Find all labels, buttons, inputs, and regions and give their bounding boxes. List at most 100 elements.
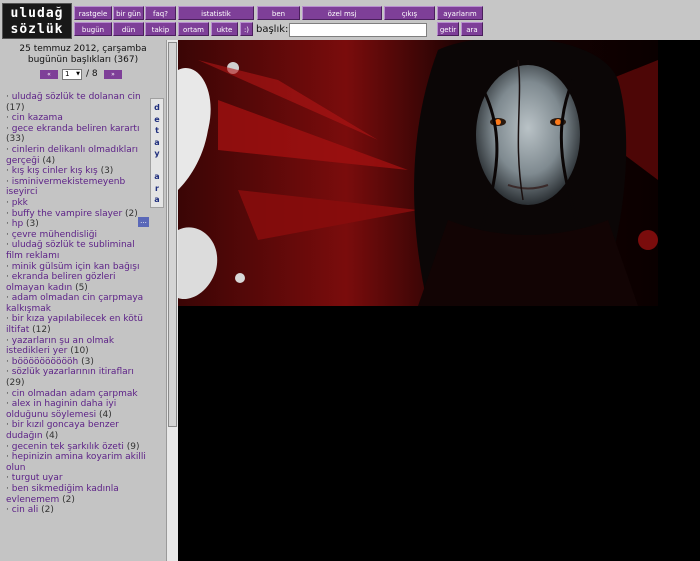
topic-list: · uludağ sözlük te dolanan cin (17) · cin… [6, 92, 148, 516]
current-date: 25 temmuz 2012, çarşamba [19, 44, 147, 54]
topic-item[interactable]: · minik gülsüm için kan bağışı [6, 262, 148, 273]
topic-item[interactable]: · sözlük yazarlarının itirafları (29) [6, 367, 148, 388]
detay-ara-tab[interactable]: detayara [150, 98, 164, 208]
todays-topics-heading[interactable]: bugünün başlıkları (367) [0, 55, 166, 66]
nav-rastgele-button[interactable]: rastgele [74, 6, 112, 20]
topic-title: minik gülsüm için kan bağışı [11, 261, 140, 272]
topic-item[interactable]: · buffy the vampire slayer (2) [6, 209, 148, 220]
detay-ara-letter: r [155, 183, 159, 193]
topic-title: ekranda beliren gözleri olmayan kadın [6, 272, 116, 293]
topic-item[interactable]: · alex in haginin daha iyi olduğunu söyl… [6, 399, 148, 420]
nav-ortam-button[interactable]: ortam [178, 22, 209, 36]
topic-item[interactable]: · cin kazama [6, 113, 148, 124]
page-total: / 8 [86, 69, 98, 79]
topic-title: çevre mühendisliği [11, 229, 97, 240]
search-label: başlık: [256, 24, 289, 35]
nav-takip-button[interactable]: takip [145, 22, 176, 36]
nav-ayarlarim-button[interactable]: ayarlarım [437, 6, 483, 20]
page-select-value: 1 [65, 70, 70, 78]
topic-count: (2) [41, 505, 54, 516]
topic-item[interactable]: · çevre mühendisliği [6, 230, 148, 241]
topic-count: (2) [62, 494, 75, 505]
topic-title: adam olmadan cin çarpmaya kalkışmak [6, 293, 144, 314]
topic-count: (4) [42, 155, 56, 166]
nav-dun-button[interactable]: dün [113, 22, 144, 36]
topic-item[interactable]: · cin olmadan adam çarpmak [6, 389, 148, 400]
nav-istatistik-button[interactable]: istatistik [178, 6, 254, 20]
topic-title: pkk [11, 197, 28, 208]
detay-ara-letter: a [154, 172, 160, 181]
topic-item[interactable]: · pkk [6, 198, 148, 209]
topic-item[interactable]: · gece ekranda beliren karartı (33) [6, 124, 148, 145]
detay-ara-letter: a [154, 137, 160, 147]
scrollbar-thumb[interactable] [168, 42, 177, 427]
topic-title: cinlerin delikanlı olmadıkları gerçeği [6, 144, 139, 166]
topic-count: (3) [81, 356, 94, 367]
next-page-button[interactable]: » [104, 70, 122, 79]
topic-title: isminivermekistemeyenb iseyirci [6, 176, 126, 198]
topic-title: bööööööööööh [11, 356, 79, 367]
topic-item[interactable]: · adam olmadan cin çarpmaya kalkışmak [6, 293, 148, 314]
site-logo[interactable]: uludağ sözlük [2, 3, 72, 39]
topic-item[interactable]: · cin ali (2) [6, 505, 148, 516]
chevron-down-icon: ▼ [76, 71, 80, 77]
topic-item[interactable]: · isminivermekistemeyenb iseyirci [6, 177, 148, 198]
top-navigation-bar: uludağ sözlük rastgele bir gün faq? ista… [0, 0, 700, 40]
baslik-search-input[interactable] [289, 23, 427, 37]
topic-item[interactable]: · ekranda beliren gözleri olmayan kadın … [6, 272, 148, 293]
getir-button[interactable]: getir [437, 22, 459, 36]
topic-title: buffy the vampire slayer [11, 208, 123, 219]
logo-line-2: sözlük [10, 22, 64, 37]
topic-title: hepinizin amina koyarim akilli olun [6, 452, 146, 473]
topic-count: (29) [6, 378, 25, 389]
nav-smiley-button[interactable]: :) [240, 22, 253, 36]
topic-title: cin kazama [11, 113, 63, 124]
detay-ara-letter: d [154, 103, 160, 112]
topic-title: cin olmadan adam çarpmak [11, 388, 138, 399]
topic-title: gecenin tek şarkılık özeti [11, 441, 124, 452]
topic-item[interactable]: · bööööööööööh (3) [6, 357, 148, 368]
topic-item[interactable]: · bir kıza yapılabilecek en kötü iltifat… [6, 314, 148, 335]
detay-ara-letter: y [154, 149, 160, 158]
nav-bugun-button[interactable]: bugün [74, 22, 112, 36]
nav-cikis-button[interactable]: çıkış [384, 6, 435, 20]
topic-item[interactable]: · ben sikmediğim kadınla evlenemem (2) [6, 484, 148, 505]
topic-item[interactable]: · cinlerin delikanlı olmadıkları gerçeği… [6, 145, 148, 166]
nav-bir-gun-button[interactable]: bir gün [113, 6, 144, 20]
more-options-button[interactable]: ... [138, 217, 149, 227]
ara-button[interactable]: ara [461, 22, 483, 36]
logo-line-1: uludağ [10, 6, 64, 21]
topic-item[interactable]: · uludağ sözlük te dolanan cin (17) [6, 92, 148, 113]
detay-ara-letter [151, 160, 163, 172]
topic-count: (9) [126, 441, 140, 452]
nav-ozel-msj-button[interactable]: özel msj [302, 6, 382, 20]
topic-item[interactable]: · kış kış cinler kış kış (3) [6, 166, 148, 177]
detay-ara-letter: e [154, 114, 160, 124]
topic-title: sözlük yazarlarının itirafları [11, 367, 134, 378]
topic-title: kış kış cinler kış kış [11, 166, 98, 177]
main-content [178, 40, 700, 561]
nav-faq-button[interactable]: faq? [145, 6, 176, 20]
topic-count: (4) [45, 431, 59, 441]
topic-item[interactable]: · gecenin tek şarkılık özeti (9) [6, 442, 148, 453]
topic-count: (12) [32, 325, 51, 336]
topic-item[interactable]: · yazarların şu an olmak istedikleri yer… [6, 336, 148, 357]
topic-count: (10) [70, 346, 89, 357]
topics-sidebar: 25 temmuz 2012, çarşamba bugünün başlıkl… [0, 40, 166, 561]
topic-item[interactable]: · uludağ sözlük te subliminal film rekla… [6, 240, 148, 261]
topic-count: (3) [26, 219, 39, 230]
topic-count: (17) [6, 102, 25, 113]
topic-count: (5) [75, 282, 88, 293]
topic-item[interactable]: · bir kızıl goncaya benzer dudağın (4) [6, 420, 148, 441]
topic-item[interactable]: · hepinizin amina koyarim akilli olun [6, 452, 148, 473]
topic-title: cin ali [11, 505, 39, 516]
previous-page-button[interactable]: « [40, 70, 58, 79]
nav-ben-button[interactable]: ben [257, 6, 300, 20]
sidebar-scrollbar[interactable] [166, 40, 178, 561]
nav-ukte-button[interactable]: ukte [211, 22, 238, 36]
topic-title: bir kızıl goncaya benzer dudağın [6, 420, 119, 441]
topic-title: uludağ sözlük te dolanan cin [11, 92, 141, 102]
topic-item[interactable]: · turgut uyar [6, 473, 148, 484]
topic-item[interactable]: · hp (3) [6, 219, 148, 230]
page-select[interactable]: 1 ▼ [62, 69, 82, 80]
